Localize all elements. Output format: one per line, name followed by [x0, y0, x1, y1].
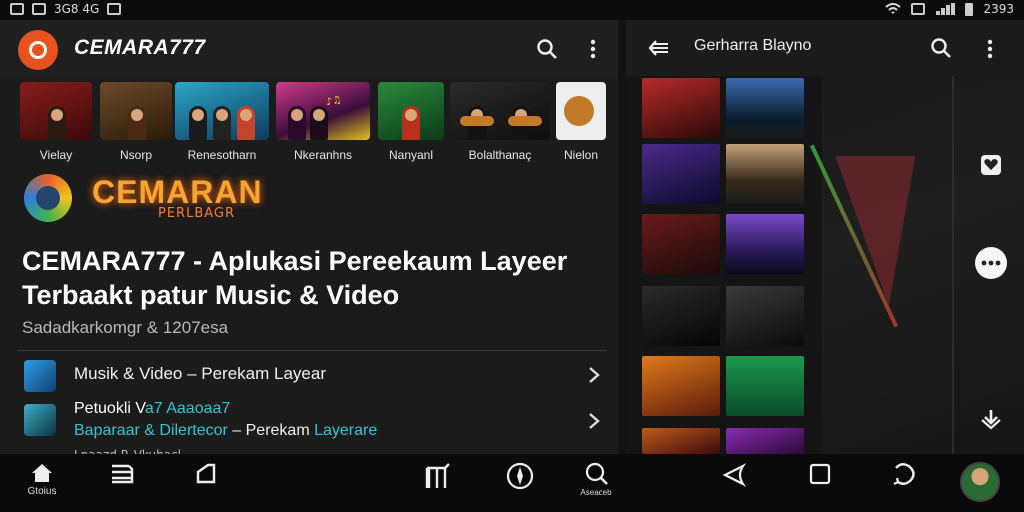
nav-search[interactable]: Aseaceb: [566, 462, 626, 506]
gallery-icon: [10, 3, 24, 15]
library-icon: [112, 464, 134, 484]
chevron-right-icon: [588, 412, 600, 435]
menu-back-icon[interactable]: [648, 38, 670, 62]
network-text: 3G8 4G: [54, 2, 100, 16]
artist-caption: Nielon: [563, 148, 599, 162]
video-tile[interactable]: [726, 78, 804, 138]
video-tile[interactable]: [726, 286, 804, 346]
artist-thumb[interactable]: Renesotharn: [175, 82, 269, 162]
video-tile[interactable]: [642, 428, 720, 454]
image-icon: [107, 3, 122, 15]
download-icon[interactable]: [974, 402, 1008, 436]
more-horiz-icon[interactable]: [974, 246, 1008, 280]
nav-explore[interactable]: [490, 462, 550, 506]
left-pane: CEMARA777 Vielay Nsorp Renesotharn ♪♫ Nk…: [0, 20, 618, 454]
artist-thumb[interactable]: Nanyanl: [378, 82, 444, 162]
status-left: 3G8 4G: [10, 2, 122, 16]
refresh-button[interactable]: [874, 462, 934, 506]
right-header: Gerharra Blayno: [626, 20, 1024, 76]
list-item-title: Petuokli Va7 Aaaoaa7: [74, 400, 231, 417]
right-panel-title: Gerharra Blayno: [694, 37, 812, 54]
status-bar: 3G8 4G 2393: [0, 0, 1024, 20]
artist-image: [175, 82, 269, 140]
battery-icon: [965, 2, 974, 16]
chevron-right-icon: [588, 366, 600, 389]
list-item-label: Musik & Video – Perekam Layear: [74, 364, 326, 383]
artist-caption: Nanyanl: [388, 148, 434, 162]
list-item[interactable]: Petuokli Va7 Aaaoaa7 Baparaar & Dilertec…: [20, 400, 610, 444]
artist-thumb[interactable]: ♪♫ Nkeranhns: [276, 82, 370, 162]
recents-icon: [809, 463, 831, 485]
home-icon: [32, 464, 52, 482]
brand-logo-icon: [24, 174, 72, 222]
music-video-icon: [24, 404, 56, 436]
video-tile[interactable]: [726, 356, 804, 416]
video-tile[interactable]: [726, 214, 804, 274]
compass-icon: [506, 462, 534, 490]
artist-carousel[interactable]: Vielay Nsorp Renesotharn ♪♫ Nkeranhns Na…: [20, 82, 618, 182]
artist-thumb[interactable]: Nielon: [556, 82, 606, 162]
artist-thumb[interactable]: Nsorp: [100, 82, 172, 162]
artist-caption: Nsorp: [119, 148, 152, 162]
artist-image: [556, 82, 606, 140]
video-tile[interactable]: [642, 356, 720, 416]
video-tile[interactable]: [642, 78, 720, 138]
refresh-icon: [893, 463, 915, 485]
wifi-icon: [885, 3, 902, 14]
artist-thumb[interactable]: Vielay: [20, 82, 92, 162]
bookmark-heart-icon[interactable]: [974, 148, 1008, 182]
notification-icon: [32, 3, 46, 15]
status-right: 2393: [885, 2, 1014, 16]
bottom-nav: Gtoius Aseaceb: [0, 454, 1024, 512]
nav-shorts[interactable]: [176, 462, 236, 506]
back-button[interactable]: [704, 462, 764, 506]
app-name: CEMARA777: [74, 36, 206, 59]
search-icon[interactable]: [534, 36, 560, 62]
list-item[interactable]: Musik & Video – Perekam Layear: [20, 356, 610, 396]
right-pane: Gerharra Blayno: [626, 20, 1024, 454]
app-logo-icon[interactable]: [18, 30, 58, 70]
music-video-icon: [24, 360, 56, 392]
artist-thumb[interactable]: Bolalthanaç: [450, 82, 550, 162]
banner-subtitle: PERLBAGR: [158, 206, 236, 221]
avatar[interactable]: [960, 462, 1000, 502]
nav-search-label: Aseaceb: [580, 488, 612, 497]
video-tile[interactable]: [642, 214, 720, 274]
nav-home[interactable]: Gtoius: [12, 462, 72, 506]
divider: [18, 350, 606, 351]
artist-image: [378, 82, 444, 140]
artist-caption: Bolalthanaç: [468, 148, 532, 162]
artist-caption: Vielay: [39, 148, 73, 162]
meta-text: Sadadkarkomgr & 1207esa: [22, 318, 229, 337]
video-tile[interactable]: [642, 144, 720, 204]
artist-image: [20, 82, 92, 140]
nav-library[interactable]: [92, 462, 152, 506]
search-icon: [585, 462, 608, 485]
artist-image: [450, 82, 550, 140]
artist-image: [100, 82, 172, 140]
brand-banner: CEMARAN PERLBAGR: [20, 170, 580, 230]
video-tile[interactable]: [642, 286, 720, 346]
shorts-icon: [196, 463, 216, 484]
nav-playlist[interactable]: [408, 462, 468, 506]
artist-caption: Nkeranhns: [293, 148, 353, 162]
recents-button[interactable]: [790, 462, 850, 506]
artist-image: ♪♫: [276, 82, 370, 140]
page-title: CEMARA777 - Aplukasi Pereekaum Layeer Te…: [22, 246, 568, 310]
more-vert-icon[interactable]: [580, 36, 606, 62]
nav-home-label: Gtoius: [27, 486, 57, 497]
artist-caption: Renesotharn: [187, 148, 257, 162]
list-item-subtitle: Baparaar & Dilertecor – Perekam Layerare: [74, 422, 378, 439]
search-icon[interactable]: [930, 37, 952, 63]
app-header: CEMARA777: [0, 20, 618, 78]
playlist-icon: [425, 463, 450, 488]
nfc-icon: [911, 3, 926, 15]
back-icon: [722, 463, 747, 487]
video-tile[interactable]: [726, 144, 804, 204]
clock-text: 2393: [983, 2, 1014, 16]
more-vert-icon[interactable]: [987, 39, 993, 63]
signal-icon: [935, 3, 956, 15]
video-tile[interactable]: [726, 428, 804, 454]
